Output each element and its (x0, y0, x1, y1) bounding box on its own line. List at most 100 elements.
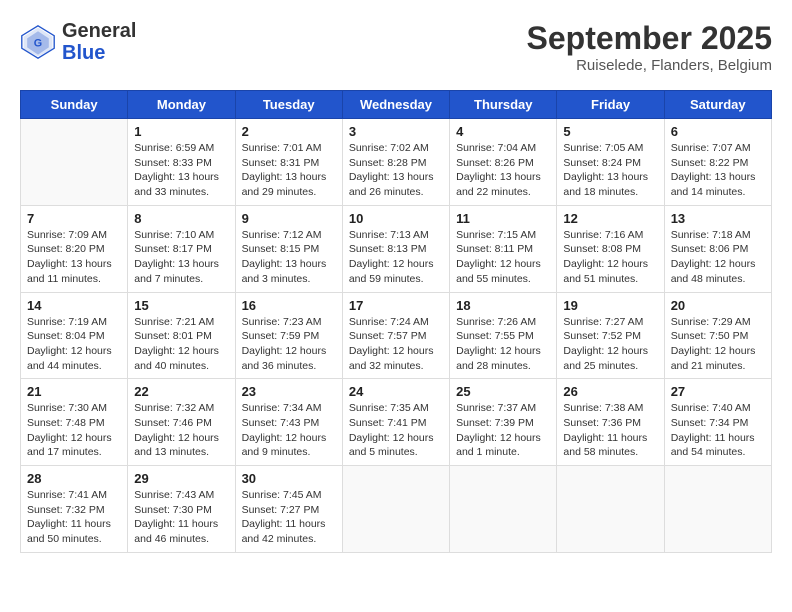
calendar-cell: 13Sunrise: 7:18 AMSunset: 8:06 PMDayligh… (664, 205, 771, 292)
calendar-cell: 7 Sunrise: 7:09 AMSunset: 8:20 PMDaylight… (21, 205, 128, 292)
weekday-header-sunday: Sunday (21, 91, 128, 119)
calendar-cell: 29 Sunrise: 7:43 AMSunset: 7:30 PMDayligh… (128, 466, 235, 553)
day-info: Sunrise: 7:35 AMSunset: 7:41 PMDaylight:… (349, 401, 443, 460)
calendar-cell: 19Sunrise: 7:27 AMSunset: 7:52 PMDayligh… (557, 292, 664, 379)
day-number: 2 (242, 124, 336, 139)
calendar-cell: 15 Sunrise: 7:21 AMSunset: 8:01 PMDayligh… (128, 292, 235, 379)
day-info: Sunrise: 7:13 AMSunset: 8:13 PMDaylight:… (349, 228, 443, 287)
day-number: 13 (671, 211, 765, 226)
calendar-cell: 2 Sunrise: 7:01 AMSunset: 8:31 PMDaylight… (235, 119, 342, 206)
day-info: Sunrise: 7:43 AMSunset: 7:30 PMDaylight:… (134, 488, 228, 547)
day-info: Sunrise: 7:37 AMSunset: 7:39 PMDaylight:… (456, 401, 550, 460)
weekday-header-tuesday: Tuesday (235, 91, 342, 119)
calendar-cell: 3 Sunrise: 7:02 AMSunset: 8:28 PMDaylight… (342, 119, 449, 206)
day-number: 5 (563, 124, 657, 139)
calendar-cell: 20Sunrise: 7:29 AMSunset: 7:50 PMDayligh… (664, 292, 771, 379)
calendar-cell: 10 Sunrise: 7:13 AMSunset: 8:13 PMDayligh… (342, 205, 449, 292)
day-number: 22 (134, 384, 228, 399)
calendar-cell: 12 Sunrise: 7:16 AMSunset: 8:08 PMDayligh… (557, 205, 664, 292)
day-info: Sunrise: 7:16 AMSunset: 8:08 PMDaylight:… (563, 228, 657, 287)
calendar-cell: 26 Sunrise: 7:38 AMSunset: 7:36 PMDayligh… (557, 379, 664, 466)
calendar-cell: 27Sunrise: 7:40 AMSunset: 7:34 PMDayligh… (664, 379, 771, 466)
day-number: 12 (563, 211, 657, 226)
day-info: Sunrise: 7:26 AMSunset: 7:55 PMDaylight:… (456, 315, 550, 374)
title-section: September 2025 Ruiselede, Flanders, Belg… (527, 20, 772, 74)
day-number: 21 (27, 384, 121, 399)
day-info: Sunrise: 7:24 AMSunset: 7:57 PMDaylight:… (349, 315, 443, 374)
day-info: Sunrise: 7:30 AMSunset: 7:48 PMDaylight:… (27, 401, 121, 460)
calendar-cell: 18 Sunrise: 7:26 AMSunset: 7:55 PMDayligh… (450, 292, 557, 379)
day-info: Sunrise: 7:10 AMSunset: 8:17 PMDaylight:… (134, 228, 228, 287)
month-title: September 2025 (527, 20, 772, 57)
day-number: 15 (134, 298, 228, 313)
calendar-cell: 24 Sunrise: 7:35 AMSunset: 7:41 PMDayligh… (342, 379, 449, 466)
weekday-header-friday: Friday (557, 91, 664, 119)
day-info: Sunrise: 6:59 AMSunset: 8:33 PMDaylight:… (134, 141, 228, 200)
day-info: Sunrise: 7:34 AMSunset: 7:43 PMDaylight:… (242, 401, 336, 460)
day-number: 26 (563, 384, 657, 399)
logo-text: General Blue (62, 20, 136, 64)
calendar-cell: 23 Sunrise: 7:34 AMSunset: 7:43 PMDayligh… (235, 379, 342, 466)
day-number: 11 (456, 211, 550, 226)
weekday-header-wednesday: Wednesday (342, 91, 449, 119)
calendar-cell (557, 466, 664, 553)
day-info: Sunrise: 7:21 AMSunset: 8:01 PMDaylight:… (134, 315, 228, 374)
weekday-header-saturday: Saturday (664, 91, 771, 119)
day-number: 16 (242, 298, 336, 313)
logo: G General Blue (20, 20, 136, 64)
svg-text:G: G (34, 38, 42, 50)
calendar-week-5: 28 Sunrise: 7:41 AMSunset: 7:32 PMDayligh… (21, 466, 772, 553)
day-number: 4 (456, 124, 550, 139)
day-number: 29 (134, 471, 228, 486)
calendar-cell: 30Sunrise: 7:45 AMSunset: 7:27 PMDayligh… (235, 466, 342, 553)
day-info: Sunrise: 7:07 AMSunset: 8:22 PMDaylight:… (671, 141, 765, 200)
location: Ruiselede, Flanders, Belgium (527, 57, 772, 74)
day-number: 10 (349, 211, 443, 226)
day-info: Sunrise: 7:01 AMSunset: 8:31 PMDaylight:… (242, 141, 336, 200)
calendar-week-3: 14 Sunrise: 7:19 AMSunset: 8:04 PMDayligh… (21, 292, 772, 379)
day-info: Sunrise: 7:29 AMSunset: 7:50 PMDaylight:… (671, 315, 765, 374)
calendar-week-4: 21 Sunrise: 7:30 AMSunset: 7:48 PMDayligh… (21, 379, 772, 466)
weekday-header-monday: Monday (128, 91, 235, 119)
page-header: G General Blue September 2025 Ruiselede,… (20, 20, 772, 74)
weekday-header-thursday: Thursday (450, 91, 557, 119)
calendar-cell: 14 Sunrise: 7:19 AMSunset: 8:04 PMDayligh… (21, 292, 128, 379)
day-number: 8 (134, 211, 228, 226)
day-number: 24 (349, 384, 443, 399)
calendar-cell: 16 Sunrise: 7:23 AMSunset: 7:59 PMDayligh… (235, 292, 342, 379)
logo-icon: G (20, 24, 56, 60)
calendar-cell (342, 466, 449, 553)
day-number: 14 (27, 298, 121, 313)
day-info: Sunrise: 7:41 AMSunset: 7:32 PMDaylight:… (27, 488, 121, 547)
calendar-cell: 11Sunrise: 7:15 AMSunset: 8:11 PMDayligh… (450, 205, 557, 292)
day-number: 27 (671, 384, 765, 399)
day-number: 6 (671, 124, 765, 139)
day-info: Sunrise: 7:23 AMSunset: 7:59 PMDaylight:… (242, 315, 336, 374)
calendar-cell: 25Sunrise: 7:37 AMSunset: 7:39 PMDayligh… (450, 379, 557, 466)
calendar-cell: 9 Sunrise: 7:12 AMSunset: 8:15 PMDaylight… (235, 205, 342, 292)
day-number: 30 (242, 471, 336, 486)
calendar-week-2: 7 Sunrise: 7:09 AMSunset: 8:20 PMDaylight… (21, 205, 772, 292)
calendar-cell (664, 466, 771, 553)
day-info: Sunrise: 7:19 AMSunset: 8:04 PMDaylight:… (27, 315, 121, 374)
day-info: Sunrise: 7:09 AMSunset: 8:20 PMDaylight:… (27, 228, 121, 287)
day-info: Sunrise: 7:12 AMSunset: 8:15 PMDaylight:… (242, 228, 336, 287)
calendar-cell (450, 466, 557, 553)
day-info: Sunrise: 7:38 AMSunset: 7:36 PMDaylight:… (563, 401, 657, 460)
weekday-header-row: SundayMondayTuesdayWednesdayThursdayFrid… (21, 91, 772, 119)
calendar-week-1: 1 Sunrise: 6:59 AMSunset: 8:33 PMDaylight… (21, 119, 772, 206)
day-info: Sunrise: 7:32 AMSunset: 7:46 PMDaylight:… (134, 401, 228, 460)
day-number: 28 (27, 471, 121, 486)
day-info: Sunrise: 7:04 AMSunset: 8:26 PMDaylight:… (456, 141, 550, 200)
calendar-cell: 22 Sunrise: 7:32 AMSunset: 7:46 PMDayligh… (128, 379, 235, 466)
day-number: 18 (456, 298, 550, 313)
day-info: Sunrise: 7:02 AMSunset: 8:28 PMDaylight:… (349, 141, 443, 200)
day-number: 23 (242, 384, 336, 399)
day-number: 7 (27, 211, 121, 226)
day-number: 1 (134, 124, 228, 139)
day-number: 9 (242, 211, 336, 226)
day-number: 3 (349, 124, 443, 139)
calendar: SundayMondayTuesdayWednesdayThursdayFrid… (20, 90, 772, 553)
day-number: 19 (563, 298, 657, 313)
calendar-cell: 21 Sunrise: 7:30 AMSunset: 7:48 PMDayligh… (21, 379, 128, 466)
